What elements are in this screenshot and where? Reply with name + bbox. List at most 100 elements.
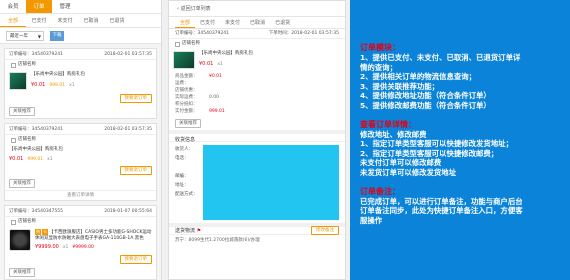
annotation-heading: 订单备注： bbox=[360, 186, 400, 196]
order-card: 订单编号：34540379241 2018-02-01 03:57:35 店铺名称… bbox=[4, 123, 157, 201]
period-select-value: 最近一年 bbox=[10, 33, 28, 39]
annotation-order-detail: 查看订单详情： 修改地址、修改邮费 1、指定订单类型客服可以快捷修改发货地址； … bbox=[350, 119, 570, 178]
logistics-info: 苏宁：8099生代1.2700拉城落款(6)/办理 bbox=[175, 238, 260, 243]
product-name-text: 【卡西欧旗舰店】CASIO男士多功能G-SHOCK运动休闲双显防水防磁大表盘电子… bbox=[35, 230, 152, 241]
receiver-info-title: 收货信息 bbox=[169, 130, 345, 143]
product-quantity: x1 bbox=[62, 245, 69, 250]
detail-tab-paid[interactable]: 已支付 bbox=[195, 17, 220, 28]
product-thumbnail bbox=[173, 51, 195, 69]
annotation-order-module: 订单模块： 1、提供已支付、未支付、已取消、已退货订单详 情的查询； 2、提供相… bbox=[350, 0, 570, 111]
related-recommend-button[interactable]: 关联推荐 bbox=[9, 179, 35, 188]
product-name: 【乐尚中央公园】购房礼包 bbox=[9, 147, 63, 152]
order-actions: 我要退订单 bbox=[5, 253, 156, 266]
annotation-line: 2、提供相关订单的物流信息查询； bbox=[360, 72, 477, 82]
receiver-labels: 收货人： 电话： 邮编： 地址： 配送方式： bbox=[175, 145, 199, 220]
label-phone: 电话： bbox=[175, 156, 189, 161]
back-label: 返回订单列表 bbox=[180, 6, 211, 12]
chevron-down-icon: ▼ bbox=[37, 33, 41, 39]
checkbox[interactable] bbox=[11, 62, 16, 68]
shop-name: 店铺名称 bbox=[18, 137, 36, 142]
label-receiver: 收货人： bbox=[175, 147, 193, 152]
product-name: 【乐尚中央公园】购房礼包 bbox=[199, 51, 253, 56]
detail-order-header: 订单编号：34540379241 下单时间：2018-02-01 03:57:35 bbox=[169, 29, 345, 39]
status-tab-paid[interactable]: 已支付 bbox=[26, 14, 52, 27]
label-address: 地址： bbox=[175, 183, 189, 188]
order-list-panel: 会员 订单 管理 全部 已支付 未支付 已取消 已退货 最近一年 ▼ 下载 订单编… bbox=[0, 0, 162, 280]
annotation-line: 2、指定订单类型客服可以快捷修改邮费； bbox=[360, 148, 499, 158]
checkbox[interactable] bbox=[11, 137, 16, 143]
refund-order-button[interactable]: 我要退订单 bbox=[119, 94, 152, 103]
detail-row: 运费： bbox=[175, 80, 339, 87]
detail-key: 实际运费： bbox=[175, 95, 198, 100]
refund-order-button[interactable]: 我要退订单 bbox=[119, 166, 152, 175]
edit-remark-button[interactable]: 修改备注 bbox=[311, 226, 339, 235]
detail-key: 运费： bbox=[175, 81, 189, 86]
order-actions: 我要退订单 bbox=[5, 164, 156, 177]
order-number: 订单编号：34540379241 bbox=[175, 31, 229, 36]
order-time: 2018-02-01 03:57:35 bbox=[104, 127, 152, 132]
shop-row: 店铺名称 bbox=[169, 39, 345, 49]
product-price: ¥0.01 bbox=[31, 82, 46, 88]
related-recommend-button[interactable]: 关联推荐 bbox=[9, 268, 35, 277]
annotation-line: 3、提供关联推荐功能； bbox=[360, 81, 440, 91]
order-header: 订单编号：34540379241 2018-02-01 03:57:35 bbox=[5, 49, 156, 60]
status-tab-all[interactable]: 全部 bbox=[0, 14, 26, 27]
product-thumbnail bbox=[9, 229, 31, 251]
annotation-line: 未发货订单可以修改发货地址 bbox=[360, 167, 457, 177]
detail-row: 实付金额： 999.01 bbox=[175, 108, 339, 115]
detail-value: 999.01 bbox=[209, 109, 225, 114]
product-quantity: x1 bbox=[47, 157, 53, 162]
original-price: 999.01 bbox=[27, 157, 44, 162]
tab-member[interactable]: 会员 bbox=[0, 0, 26, 13]
order-time: 下单时间：2018-02-01 03:57:35 bbox=[268, 31, 339, 36]
related-recommend-button[interactable]: 关联推荐 bbox=[9, 107, 35, 116]
detail-key: 实付金额： bbox=[175, 109, 198, 114]
top-tabs: 会员 订单 管理 bbox=[0, 0, 161, 14]
product-row[interactable]: 【乐尚中央公园】购房礼包 ¥0.01 999.01 x1 bbox=[5, 70, 156, 92]
refund-order-button[interactable]: 我要退订单 bbox=[119, 255, 152, 264]
product-thumbnail bbox=[9, 72, 27, 90]
status-tab-returned[interactable]: 已退货 bbox=[104, 14, 130, 27]
annotation-line: 1、指定订单类型客服可以快捷修改发货地址； bbox=[360, 139, 513, 149]
detail-tab-cancelled[interactable]: 已取消 bbox=[245, 17, 270, 28]
order-actions: 我要退订单 bbox=[5, 92, 156, 105]
detail-tab-unpaid[interactable]: 未支付 bbox=[220, 17, 245, 28]
status-tab-unpaid[interactable]: 未支付 bbox=[52, 14, 78, 27]
tab-manage[interactable]: 管理 bbox=[52, 0, 78, 13]
product-row[interactable]: 热卡【卡西欧旗舰店】CASIO男士多功能G-SHOCK运动休闲双显防水防磁大表盘… bbox=[5, 227, 156, 253]
order-time: 2018-01-07 00:55:64 bbox=[104, 209, 152, 214]
product-quantity: x1 bbox=[217, 62, 223, 67]
product-row[interactable]: 【乐尚中央公园】购房礼包 ¥0.01 999.01 x1 bbox=[5, 145, 156, 164]
shop-row: 店铺名称 bbox=[5, 60, 156, 70]
annotation-line: 4、提供修改地址功能（符合条件订单） bbox=[360, 91, 491, 101]
detail-status-tabs: 全部 已支付 未支付 已取消 已退货 bbox=[169, 17, 345, 29]
receiver-info-redacted bbox=[203, 145, 339, 220]
annotation-line: 情的查询； bbox=[360, 62, 397, 72]
checkbox[interactable] bbox=[175, 41, 180, 47]
promo-tag: 卡 bbox=[42, 229, 48, 235]
annotation-line: 已完成订单，可以进行订单备注，功能与商户后台 bbox=[360, 196, 523, 206]
detail-tab-all[interactable]: 全部 bbox=[175, 17, 196, 28]
price-details: 商品金额： ¥0.01 运费： 店铺优惠： 实际运费： 0.00 积分抵扣： 实付金… bbox=[169, 71, 345, 117]
download-button[interactable]: 下载 bbox=[50, 30, 64, 41]
receiver-info: 收货人： 电话： 邮编： 地址： 配送方式： bbox=[169, 142, 345, 223]
period-select[interactable]: 最近一年 ▼ bbox=[6, 30, 44, 41]
back-to-list-link[interactable]: ‹ 返回订单列表 bbox=[169, 1, 345, 17]
view-order-detail-link[interactable]: 查看订单详情 bbox=[5, 190, 156, 200]
filter-bar: 最近一年 ▼ 下载 bbox=[0, 28, 161, 44]
status-tab-cancelled[interactable]: 已取消 bbox=[78, 14, 104, 27]
flag-icon: ⚑ bbox=[196, 228, 202, 234]
annotation-line: 1、提供已支付、未支付、已取消、已退货订单详 bbox=[360, 53, 521, 62]
promo-tag: 热 bbox=[35, 229, 41, 235]
related-recommend-button[interactable]: 关联推荐 bbox=[175, 119, 201, 128]
annotation-order-remark: 订单备注： 已完成订单，可以进行订单备注，功能与商户后台 订单备注同步，此处为快… bbox=[350, 186, 570, 226]
detail-tab-returned[interactable]: 已退货 bbox=[270, 17, 295, 28]
annotation-line: 未支付订单可以修改邮费 bbox=[360, 158, 442, 168]
order-detail-panel: ‹ 返回订单列表 全部 已支付 未支付 已取消 已退货 订单编号：3454037… bbox=[168, 0, 346, 280]
tab-orders[interactable]: 订单 bbox=[26, 0, 52, 13]
detail-product-row: 【乐尚中央公园】购房礼包 ¥0.01 x1 bbox=[169, 49, 345, 71]
logistics-title-text: 送货物流 bbox=[175, 228, 196, 234]
checkbox[interactable] bbox=[11, 219, 16, 225]
product-quantity: x1 bbox=[69, 83, 75, 88]
order-number: 订单编号：34540379241 bbox=[9, 127, 63, 132]
